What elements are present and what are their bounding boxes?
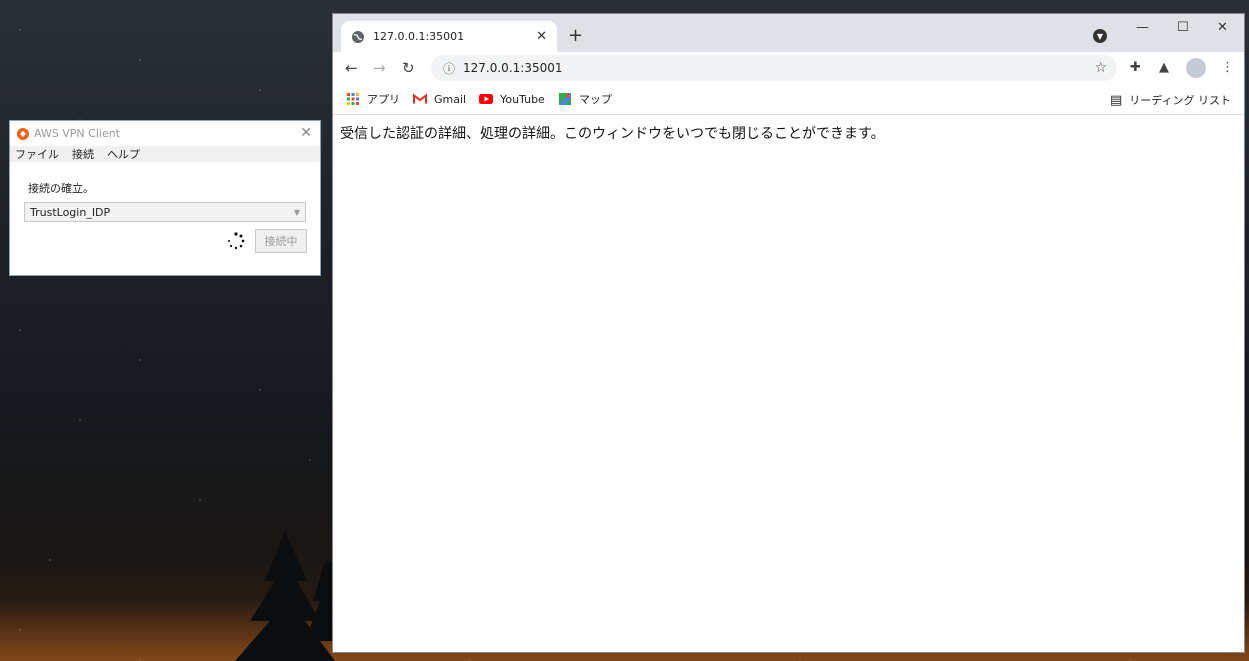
vpn-status-label: 接続の確立。	[28, 182, 94, 195]
connect-button[interactable]: 接続中	[255, 229, 307, 253]
bookmark-maps[interactable]: マップ	[558, 91, 612, 107]
reading-list-label: リーディング リスト	[1129, 94, 1231, 107]
page-message: 受信した認証の詳細、処理の詳細。このウィンドウをいつでも閉じることができます。	[340, 126, 885, 142]
vpn-title: AWS VPN Client	[34, 127, 121, 140]
loading-spinner-icon	[228, 232, 245, 250]
tab-title: 127.0.0.1:35001	[373, 30, 465, 43]
vpn-client-window: ◆ AWS VPN Client ✕ ファイル 接続 ヘルプ 接続の確立。 Tr…	[10, 121, 320, 275]
bookmark-youtube-label: YouTube	[500, 92, 545, 106]
menu-file[interactable]: ファイル	[15, 146, 59, 162]
bookmark-gmail-label: Gmail	[434, 92, 467, 106]
apps-grid-icon	[347, 93, 359, 105]
reading-list-icon: ▤	[1109, 92, 1123, 108]
vpn-close-icon[interactable]: ✕	[300, 125, 312, 141]
bookmark-star-icon[interactable]: ☆	[1094, 60, 1107, 76]
chevron-down-icon: ▼	[293, 207, 300, 217]
profile-avatar-icon[interactable]	[1186, 58, 1206, 78]
page-content: 受信した認証の詳細、処理の詳細。このウィンドウをいつでも閉じることができます。	[333, 115, 1244, 151]
bookmark-youtube[interactable]: YouTube	[479, 93, 545, 106]
new-tab-icon[interactable]: +	[568, 25, 583, 46]
youtube-icon	[479, 94, 494, 104]
address-bar[interactable]: ⓘ 127.0.0.1:35001 ☆	[431, 55, 1117, 81]
vpn-title-bar: ◆ AWS VPN Client	[10, 121, 320, 146]
tree-silhouette	[235, 531, 345, 661]
minimize-icon[interactable]: —	[1136, 20, 1149, 35]
tab-close-icon[interactable]: ✕	[536, 29, 547, 44]
tab-strip: 127.0.0.1:35001 ✕ + ▼ — ☐ ✕	[333, 14, 1244, 52]
maximize-icon[interactable]: ☐	[1177, 20, 1189, 35]
browser-tab[interactable]: 127.0.0.1:35001 ✕	[341, 21, 557, 52]
extensions-icon[interactable]: ✚	[1130, 60, 1141, 75]
labs-flask-icon[interactable]: ▲	[1159, 60, 1169, 75]
maps-icon	[558, 93, 571, 105]
menu-help[interactable]: ヘルプ	[107, 146, 140, 162]
vpn-logo-icon: ◆	[17, 127, 29, 140]
reading-list-button[interactable]: ▤ リーディング リスト	[1110, 92, 1231, 108]
browser-window: 127.0.0.1:35001 ✕ + ▼ — ☐ ✕ ← → ↻ ⓘ 127.…	[333, 14, 1244, 652]
reload-icon[interactable]: ↻	[402, 59, 415, 77]
vpn-menu-bar: ファイル 接続 ヘルプ	[10, 146, 320, 162]
window-close-icon[interactable]: ✕	[1217, 20, 1228, 35]
bookmark-gmail[interactable]: Gmail	[413, 93, 466, 106]
bookmarks-bar: アプリ Gmail YouTube マップ ▤ リーディング リスト	[333, 84, 1244, 115]
url-text: 127.0.0.1:35001	[463, 61, 563, 75]
browser-toolbar: ← → ↻ ⓘ 127.0.0.1:35001 ☆ ✚ ▲ ⋮	[333, 52, 1244, 84]
forward-icon[interactable]: →	[373, 59, 386, 77]
more-menu-icon[interactable]: ⋮	[1221, 60, 1234, 75]
gmail-icon	[413, 93, 427, 104]
back-icon[interactable]: ←	[345, 59, 358, 77]
bookmark-maps-label: マップ	[578, 93, 612, 106]
vpn-profile-value: TrustLogin_IDP	[30, 205, 111, 219]
menu-connection[interactable]: 接続	[72, 146, 94, 162]
site-info-icon[interactable]: ⓘ	[443, 60, 455, 77]
bookmark-apps[interactable]: アプリ	[346, 91, 400, 107]
vpn-profile-select[interactable]: TrustLogin_IDP ▼	[24, 202, 306, 222]
tab-search-icon[interactable]: ▼	[1093, 29, 1107, 43]
globe-icon	[352, 30, 364, 43]
bookmark-apps-label: アプリ	[367, 93, 400, 106]
